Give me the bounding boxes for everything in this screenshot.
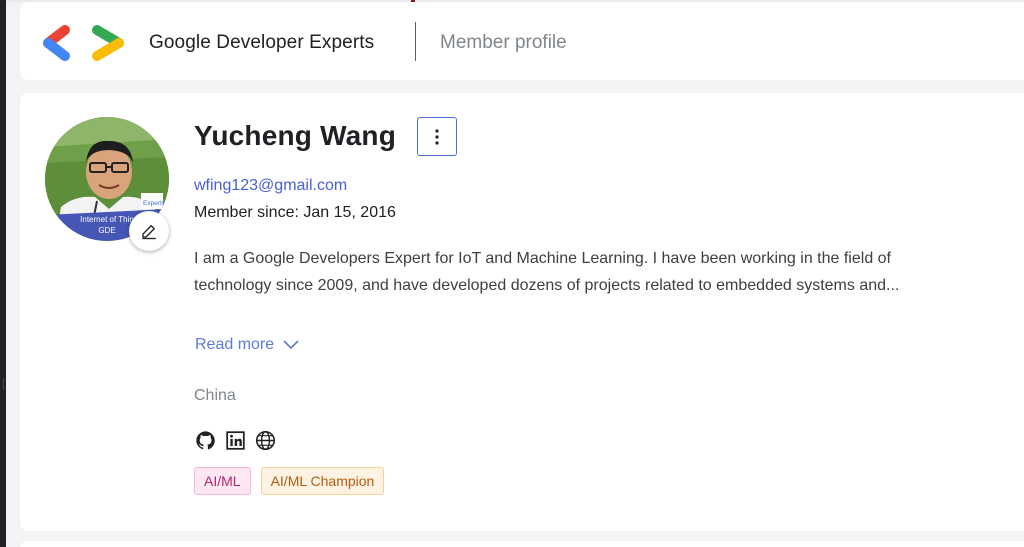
avatar-badge: Experts — [143, 200, 166, 207]
vertical-dots-icon — [435, 128, 439, 145]
tag-list: AI/ML AI/ML Champion — [194, 467, 385, 495]
profile-card: Experts Internet of Thin GDE Yucheng Wan… — [20, 93, 1024, 531]
edit-avatar-button[interactable] — [129, 211, 169, 251]
pencil-icon — [142, 225, 156, 240]
gde-logo-icon[interactable] — [40, 21, 128, 65]
member-name: Yucheng Wang — [194, 120, 397, 151]
website-link[interactable] — [254, 429, 276, 451]
tag-ai-ml[interactable]: AI/ML — [194, 467, 251, 495]
location: China — [194, 387, 236, 404]
more-options-button[interactable] — [417, 117, 457, 156]
github-icon — [195, 430, 215, 449]
tag-ai-ml-champion[interactable]: AI/ML Champion — [260, 467, 385, 495]
social-links — [194, 429, 276, 451]
member-since: Member since: Jan 15, 2016 — [194, 204, 396, 221]
avatar-banner-line1: Internet of Thin — [80, 215, 134, 224]
left-window-edge — [0, 0, 6, 547]
brand-title[interactable]: Google Developer Experts — [149, 32, 374, 54]
read-more-button[interactable]: Read more — [195, 336, 299, 354]
chevron-down-icon — [283, 340, 299, 350]
next-card — [20, 541, 1024, 547]
bio-text: I am a Google Developers Expert for IoT … — [194, 250, 900, 294]
header-bar: Google Developer Experts Member profile — [20, 2, 1024, 80]
breadcrumb-member-profile: Member profile — [440, 32, 567, 53]
avatar-banner-line2: GDE — [98, 226, 115, 235]
read-more-label: Read more — [195, 336, 275, 353]
edge-handle — [0, 378, 4, 390]
header-divider — [415, 22, 416, 61]
linkedin-icon — [225, 430, 245, 450]
globe-icon — [255, 430, 275, 450]
github-link[interactable] — [194, 429, 216, 451]
email-link[interactable]: wfing123@gmail.com — [194, 177, 347, 195]
linkedin-link[interactable] — [224, 429, 246, 451]
